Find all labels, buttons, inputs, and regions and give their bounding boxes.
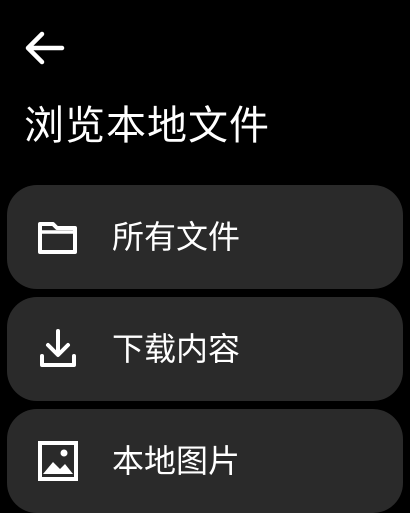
arrow-left-icon xyxy=(25,31,65,65)
image-icon xyxy=(35,438,81,484)
back-button[interactable] xyxy=(22,26,72,70)
local-images-item[interactable]: 本地图片 xyxy=(7,409,403,513)
all-files-item[interactable]: 所有文件 xyxy=(7,185,403,289)
all-files-label: 所有文件 xyxy=(112,218,241,256)
downloads-label: 下载内容 xyxy=(112,330,241,368)
downloads-item[interactable]: 下载内容 xyxy=(7,297,403,401)
folder-icon xyxy=(35,214,81,260)
download-icon xyxy=(35,326,81,372)
page-title: 浏览本地文件 xyxy=(24,103,270,149)
local-images-label: 本地图片 xyxy=(112,442,241,480)
